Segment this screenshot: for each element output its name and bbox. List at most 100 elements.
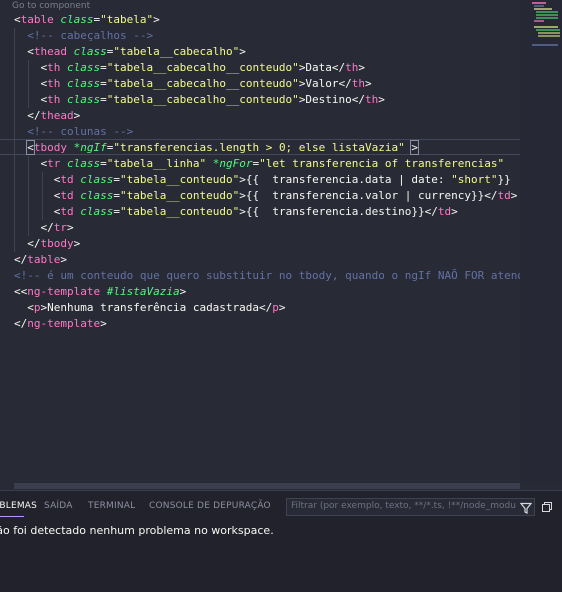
filter-icon[interactable] bbox=[520, 502, 532, 514]
go-to-component-codelens[interactable]: Go to component bbox=[12, 0, 90, 12]
tab-output[interactable]: SAÍDA bbox=[44, 501, 73, 511]
code-token: > bbox=[378, 93, 385, 106]
code-token: > bbox=[451, 205, 458, 218]
code-line: <!-- é um conteudo que quero substituir … bbox=[14, 268, 520, 284]
code-token: > bbox=[73, 237, 81, 250]
code-token: transferencia.data | date: bbox=[259, 173, 452, 186]
code-token: = bbox=[100, 61, 107, 74]
code-token: class bbox=[60, 13, 94, 26]
code-token: = bbox=[113, 205, 120, 218]
code-token: td bbox=[60, 173, 81, 186]
bottom-panel: PROBLEMAS SAÍDA TERMINAL CONSOLE DE DEPU… bbox=[0, 490, 562, 592]
code-token: *ngFor bbox=[212, 157, 253, 170]
code-line: <td class="tabela__conteudo">{{ transfer… bbox=[14, 204, 458, 220]
code-line: </thead> bbox=[14, 108, 80, 124]
code-token: thead bbox=[40, 109, 74, 122]
code-line: <th class="tabela__cabecalho__conteudo">… bbox=[14, 92, 385, 108]
code-token: }} bbox=[471, 189, 485, 202]
horizontal-scrollbar[interactable] bbox=[14, 483, 520, 489]
code-token: >Destino</ bbox=[298, 93, 366, 106]
code-token: = bbox=[100, 77, 107, 90]
code-token: "tabela__cabecalho__conteudo" bbox=[106, 77, 299, 90]
code-token: th bbox=[47, 61, 67, 74]
minimap[interactable] bbox=[520, 0, 562, 484]
code-token: class bbox=[80, 173, 114, 186]
code-line: <tbody *ngIf="transferencias.length > 0;… bbox=[14, 140, 419, 156]
code-token: "transferencias.length > 0; else listaVa… bbox=[113, 141, 405, 154]
filter-placeholder: Filtrar (por exemplo, texto, **/*.ts, !*… bbox=[291, 501, 516, 511]
code-token: >Nenhuma transferência cadastrada</ bbox=[40, 301, 273, 314]
code-token: class bbox=[67, 77, 101, 90]
code-token: "short" bbox=[451, 173, 498, 186]
code-token: class bbox=[67, 93, 101, 106]
code-token: < bbox=[27, 301, 34, 314]
code-token: transferencia.destino bbox=[259, 205, 412, 218]
code-token: > bbox=[410, 140, 419, 155]
code-token: th bbox=[351, 77, 366, 90]
minimap-line bbox=[538, 32, 560, 34]
code-token: table bbox=[27, 253, 61, 266]
code-token: transferencia.valor | currency bbox=[259, 189, 472, 202]
code-token: <!-- colunas --> bbox=[27, 125, 134, 138]
code-line: <table class="tabela"> bbox=[14, 12, 160, 28]
code-token: tr bbox=[47, 157, 67, 170]
code-token: > bbox=[153, 13, 160, 26]
minimap-line bbox=[532, 44, 558, 46]
code-editor[interactable]: Go to component <table class="tabela"> <… bbox=[0, 0, 520, 484]
code-line: <!-- cabeçalhos --> bbox=[14, 28, 153, 44]
tab-problems[interactable]: PROBLEMAS bbox=[0, 501, 37, 511]
code-token: > bbox=[365, 77, 372, 90]
code-token: = bbox=[113, 173, 120, 186]
minimap-line bbox=[534, 20, 544, 22]
code-line: </ng-template> bbox=[14, 316, 107, 332]
problems-filter-input[interactable]: Filtrar (por exemplo, texto, **/*.ts, !*… bbox=[286, 498, 535, 516]
code-line: <!-- colunas --> bbox=[14, 124, 133, 140]
code-token: td bbox=[437, 205, 452, 218]
code-token: >Valor</ bbox=[298, 77, 352, 90]
code-line: <td class="tabela__conteudo">{{ transfer… bbox=[14, 188, 518, 204]
code-token: "let transferencia of transferencias" bbox=[259, 157, 505, 170]
code-token: > bbox=[60, 253, 67, 266]
code-token: > bbox=[179, 285, 187, 298]
code-token: < bbox=[26, 140, 35, 155]
code-token: #listaVazia bbox=[106, 285, 180, 298]
minimap-line bbox=[532, 2, 546, 4]
code-token: *ngIf bbox=[73, 141, 107, 154]
code-token: > bbox=[73, 109, 81, 122]
active-tab-indicator bbox=[0, 516, 24, 517]
collapse-panel-icon[interactable] bbox=[541, 501, 553, 513]
code-token: = bbox=[100, 157, 107, 170]
code-line: </tr> bbox=[14, 220, 74, 236]
tab-terminal[interactable]: TERMINAL bbox=[88, 501, 135, 511]
minimap-line bbox=[534, 26, 558, 28]
code-token: > bbox=[239, 45, 246, 58]
code-token: class bbox=[80, 189, 114, 202]
code-token: }} bbox=[497, 173, 511, 186]
code-token: </ bbox=[27, 237, 41, 250]
minimap-line bbox=[536, 14, 558, 16]
code-token: class bbox=[73, 45, 107, 58]
code-token: "tabela__conteudo" bbox=[120, 189, 240, 202]
code-token: thead bbox=[33, 45, 74, 58]
code-line: </table> bbox=[14, 252, 67, 268]
tab-debug-console[interactable]: CONSOLE DE DEPURAÇÃO bbox=[149, 501, 271, 511]
code-token: >{{ bbox=[239, 205, 260, 218]
minimap-line bbox=[538, 35, 560, 37]
code-line: <td class="tabela__conteudo">{{ transfer… bbox=[14, 172, 511, 188]
code-token: </ bbox=[14, 253, 28, 266]
code-token: tbody bbox=[33, 141, 74, 154]
minimap-line bbox=[536, 11, 558, 13]
code-token: </ bbox=[27, 109, 41, 122]
code-token: < bbox=[27, 45, 34, 58]
code-line: <<ng-template #listaVazia> bbox=[14, 284, 186, 300]
code-token: "tabela__linha" bbox=[106, 157, 207, 170]
code-token: tbody bbox=[40, 237, 74, 250]
code-token: = bbox=[113, 189, 120, 202]
